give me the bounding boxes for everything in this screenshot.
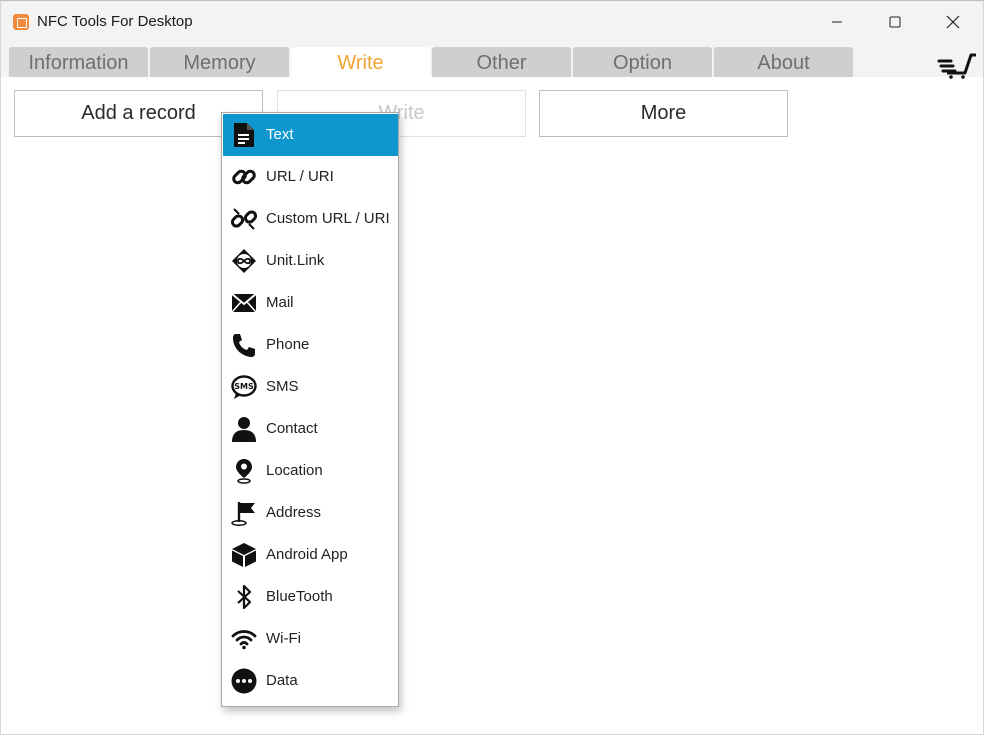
package-box-icon (231, 542, 257, 568)
tab-information[interactable]: Information (9, 47, 148, 77)
map-pin-icon (231, 458, 257, 484)
svg-text:SMS: SMS (234, 382, 254, 391)
menu-item-bluetooth[interactable]: BlueTooth (223, 576, 398, 618)
tab-memory[interactable]: Memory (150, 47, 289, 77)
close-button[interactable] (924, 1, 982, 43)
app-window: NFC Tools For Desktop Information Memory… (0, 0, 984, 735)
maximize-icon (889, 16, 901, 28)
more-dots-icon (231, 668, 257, 694)
cart-button[interactable] (937, 51, 977, 79)
tab-about[interactable]: About (714, 47, 853, 77)
menu-item-label: Location (266, 462, 323, 479)
menu-item-label: Unit.Link (266, 252, 325, 269)
menu-item-label: BlueTooth (266, 588, 333, 605)
minimize-icon (832, 21, 842, 23)
menu-item-wifi[interactable]: Wi-Fi (223, 618, 398, 660)
menu-item-label: Wi-Fi (266, 630, 301, 647)
broken-link-icon (231, 206, 257, 232)
menu-item-label: Phone (266, 336, 310, 353)
document-icon (231, 122, 257, 148)
menu-item-contact[interactable]: Contact (223, 408, 398, 450)
flag-pin-icon (231, 500, 257, 526)
menu-item-data[interactable]: Data (223, 660, 398, 702)
maximize-button[interactable] (866, 1, 924, 43)
menu-item-label: Address (266, 504, 322, 521)
tab-strip: Information Memory Write Other Option Ab… (1, 43, 983, 79)
title-bar[interactable]: NFC Tools For Desktop (1, 1, 983, 43)
menu-item-unit-link[interactable]: Unit.Link (223, 240, 398, 282)
menu-item-sms[interactable]: SMS SMS (223, 366, 398, 408)
sms-bubble-icon: SMS (231, 374, 257, 400)
menu-item-label: Text (266, 126, 294, 143)
nfc-app-icon (13, 14, 29, 30)
shopping-cart-icon (937, 53, 976, 79)
menu-item-phone[interactable]: Phone (223, 324, 398, 366)
menu-item-custom-url[interactable]: Custom URL / URI (223, 198, 398, 240)
bluetooth-icon (231, 584, 257, 610)
tab-option[interactable]: Option (573, 47, 712, 77)
person-icon (231, 416, 257, 442)
window-title: NFC Tools For Desktop (37, 13, 193, 30)
menu-item-text[interactable]: Text (223, 114, 398, 156)
menu-item-label: Android App (266, 546, 348, 563)
link-icon (231, 164, 257, 190)
menu-item-android-app[interactable]: Android App (223, 534, 398, 576)
minimize-button[interactable] (808, 1, 866, 43)
menu-item-location[interactable]: Location (223, 450, 398, 492)
tab-write[interactable]: Write (291, 47, 430, 77)
menu-item-address[interactable]: Address (223, 492, 398, 534)
envelope-icon (231, 290, 257, 316)
menu-item-label: Custom URL / URI (266, 210, 390, 227)
menu-item-label: Data (266, 672, 298, 689)
menu-item-label: Contact (266, 420, 318, 437)
add-record-menu: Text URL / URI Custom URL / URI Unit.Lin… (221, 112, 399, 707)
menu-item-url[interactable]: URL / URI (223, 156, 398, 198)
tab-other[interactable]: Other (432, 47, 571, 77)
more-button[interactable]: More (539, 90, 788, 137)
phone-icon (231, 332, 257, 358)
close-icon (946, 15, 960, 29)
menu-item-mail[interactable]: Mail (223, 282, 398, 324)
menu-item-label: URL / URI (266, 168, 334, 185)
unit-link-icon (231, 248, 257, 274)
menu-item-label: Mail (266, 294, 294, 311)
menu-item-label: SMS (266, 378, 299, 395)
wifi-icon (231, 626, 257, 652)
